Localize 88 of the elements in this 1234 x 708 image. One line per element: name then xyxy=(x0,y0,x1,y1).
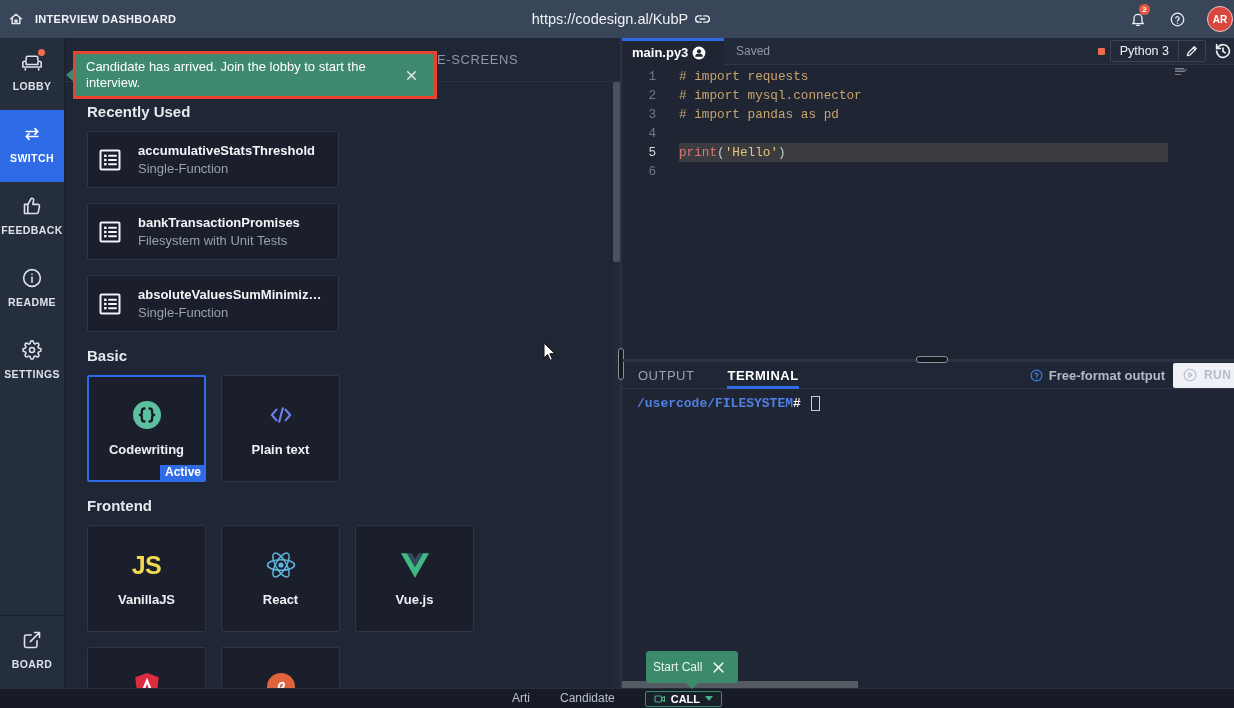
line-number: 1 xyxy=(647,68,656,86)
caret-icon xyxy=(705,696,713,702)
code-line: # import requests xyxy=(679,68,809,86)
play-icon xyxy=(1183,368,1197,382)
template-name: bankTransactionPromises xyxy=(138,215,300,230)
code-tag-icon xyxy=(269,406,292,424)
line-number: 4 xyxy=(647,125,656,143)
language-selector[interactable]: Python 3 xyxy=(1109,40,1178,62)
mouse-pointer-icon xyxy=(543,342,555,361)
sidebar-item[interactable]: SWITCH xyxy=(0,110,64,182)
line-number: 2 xyxy=(647,87,656,105)
template-tile[interactable]: Plain text xyxy=(221,375,340,482)
sidebar-item[interactable]: BOARD xyxy=(0,616,64,688)
tile-label: Vue.js xyxy=(395,592,434,607)
status-square-icon xyxy=(1097,47,1105,55)
tooltip-text: Start Call xyxy=(653,660,703,674)
session-url: https://codesign.al/KubP xyxy=(531,11,689,27)
participant-name[interactable]: Arti xyxy=(511,691,530,706)
pencil-icon xyxy=(1185,44,1199,58)
v-logo-icon xyxy=(399,551,430,579)
list-icon xyxy=(98,147,122,172)
sidebar-item[interactable]: README xyxy=(0,254,64,326)
output-tab[interactable]: OUTPUT xyxy=(638,361,695,389)
template-tile[interactable]: Codewriting Active xyxy=(87,375,206,482)
close-button[interactable] xyxy=(405,68,418,82)
file-tab[interactable]: main.py3 xyxy=(622,37,724,65)
info-icon xyxy=(22,268,42,288)
braces-icon xyxy=(132,401,161,429)
call-button[interactable]: CALL xyxy=(644,691,722,707)
output-tab[interactable]: TERMINAL xyxy=(727,361,799,389)
output-mode-label: Free-format output xyxy=(1048,367,1165,383)
shield-icon xyxy=(133,673,160,688)
recent-template-card[interactable]: bankTransactionPromises Filesystem with Unit Tests xyxy=(87,203,339,260)
list-icon xyxy=(98,219,122,244)
edit-button[interactable] xyxy=(1178,40,1206,62)
template-type: Single-Function xyxy=(138,161,229,176)
tile-label: VanillaJS xyxy=(117,592,176,607)
section-heading: Frontend xyxy=(87,496,152,516)
thumbs-up-icon xyxy=(22,196,42,216)
template-tile[interactable]: JS VanillaJS xyxy=(87,525,206,632)
home-icon[interactable] xyxy=(9,12,23,26)
sidebar-item[interactable]: LOBBY xyxy=(0,38,64,110)
template-tile[interactable] xyxy=(221,647,340,688)
status-badge: Active xyxy=(159,465,204,480)
template-tile[interactable]: React xyxy=(221,525,340,632)
line-number: 6 xyxy=(647,163,656,181)
sidebar-item[interactable]: SETTINGS xyxy=(0,326,64,398)
recent-template-card[interactable]: absoluteValuesSumMinimiz… Single-Function xyxy=(87,275,339,332)
settings-icon xyxy=(22,340,42,360)
save-status: Saved xyxy=(736,44,771,58)
participant-name[interactable]: Candidate xyxy=(559,691,615,706)
template-name: absoluteValuesSumMinimiz… xyxy=(138,287,322,302)
dashboard-title: INTERVIEW DASHBOARD xyxy=(35,13,177,25)
notification-badge: 2 xyxy=(1139,4,1150,15)
list-icon xyxy=(98,291,122,316)
scrollbar-thumb[interactable] xyxy=(613,82,620,262)
code-line: # import mysql.connector xyxy=(679,87,862,105)
tile-label: Codewriting xyxy=(108,442,185,457)
template-tile[interactable] xyxy=(87,647,206,688)
recent-template-card[interactable]: accumulativeStatsThreshold Single-Function xyxy=(87,131,339,188)
tile-label: React xyxy=(262,592,299,607)
template-tile[interactable]: Vue.js xyxy=(355,525,474,632)
close-icon xyxy=(405,68,418,82)
tile-label: Plain text xyxy=(251,442,310,457)
block-cursor-icon xyxy=(810,396,820,411)
sidebar-item[interactable]: FEEDBACK xyxy=(0,182,64,254)
template-name: accumulativeStatsThreshold xyxy=(138,143,315,158)
link-icon[interactable] xyxy=(695,14,711,24)
bell-icon[interactable] xyxy=(1130,11,1146,27)
notification-message: Candidate has arrived. Join the lobby to start the interview. xyxy=(86,59,367,91)
couch-icon xyxy=(22,52,42,72)
video-camera-icon xyxy=(653,694,666,704)
atom-icon xyxy=(265,551,296,579)
external-link-icon xyxy=(22,630,42,650)
help-icon[interactable] xyxy=(1029,368,1043,382)
user-circle-icon xyxy=(692,45,707,60)
section-heading: Basic xyxy=(87,346,128,366)
template-type: Filesystem with Unit Tests xyxy=(138,233,288,248)
section-heading: Recently Used xyxy=(87,102,191,122)
code-line: # import pandas as pd xyxy=(679,106,839,124)
line-number: 5 xyxy=(647,144,656,162)
template-type: Single-Function xyxy=(138,305,229,320)
line-number: 3 xyxy=(647,106,656,124)
panel-tab[interactable]: E-SCREENS xyxy=(437,52,519,67)
js-logo: JS xyxy=(131,551,162,579)
terminal-prompt: /usercode/FILESYSTEM# xyxy=(637,396,801,411)
history-icon[interactable] xyxy=(1214,42,1232,60)
user-avatar[interactable]: AR xyxy=(1207,6,1233,32)
